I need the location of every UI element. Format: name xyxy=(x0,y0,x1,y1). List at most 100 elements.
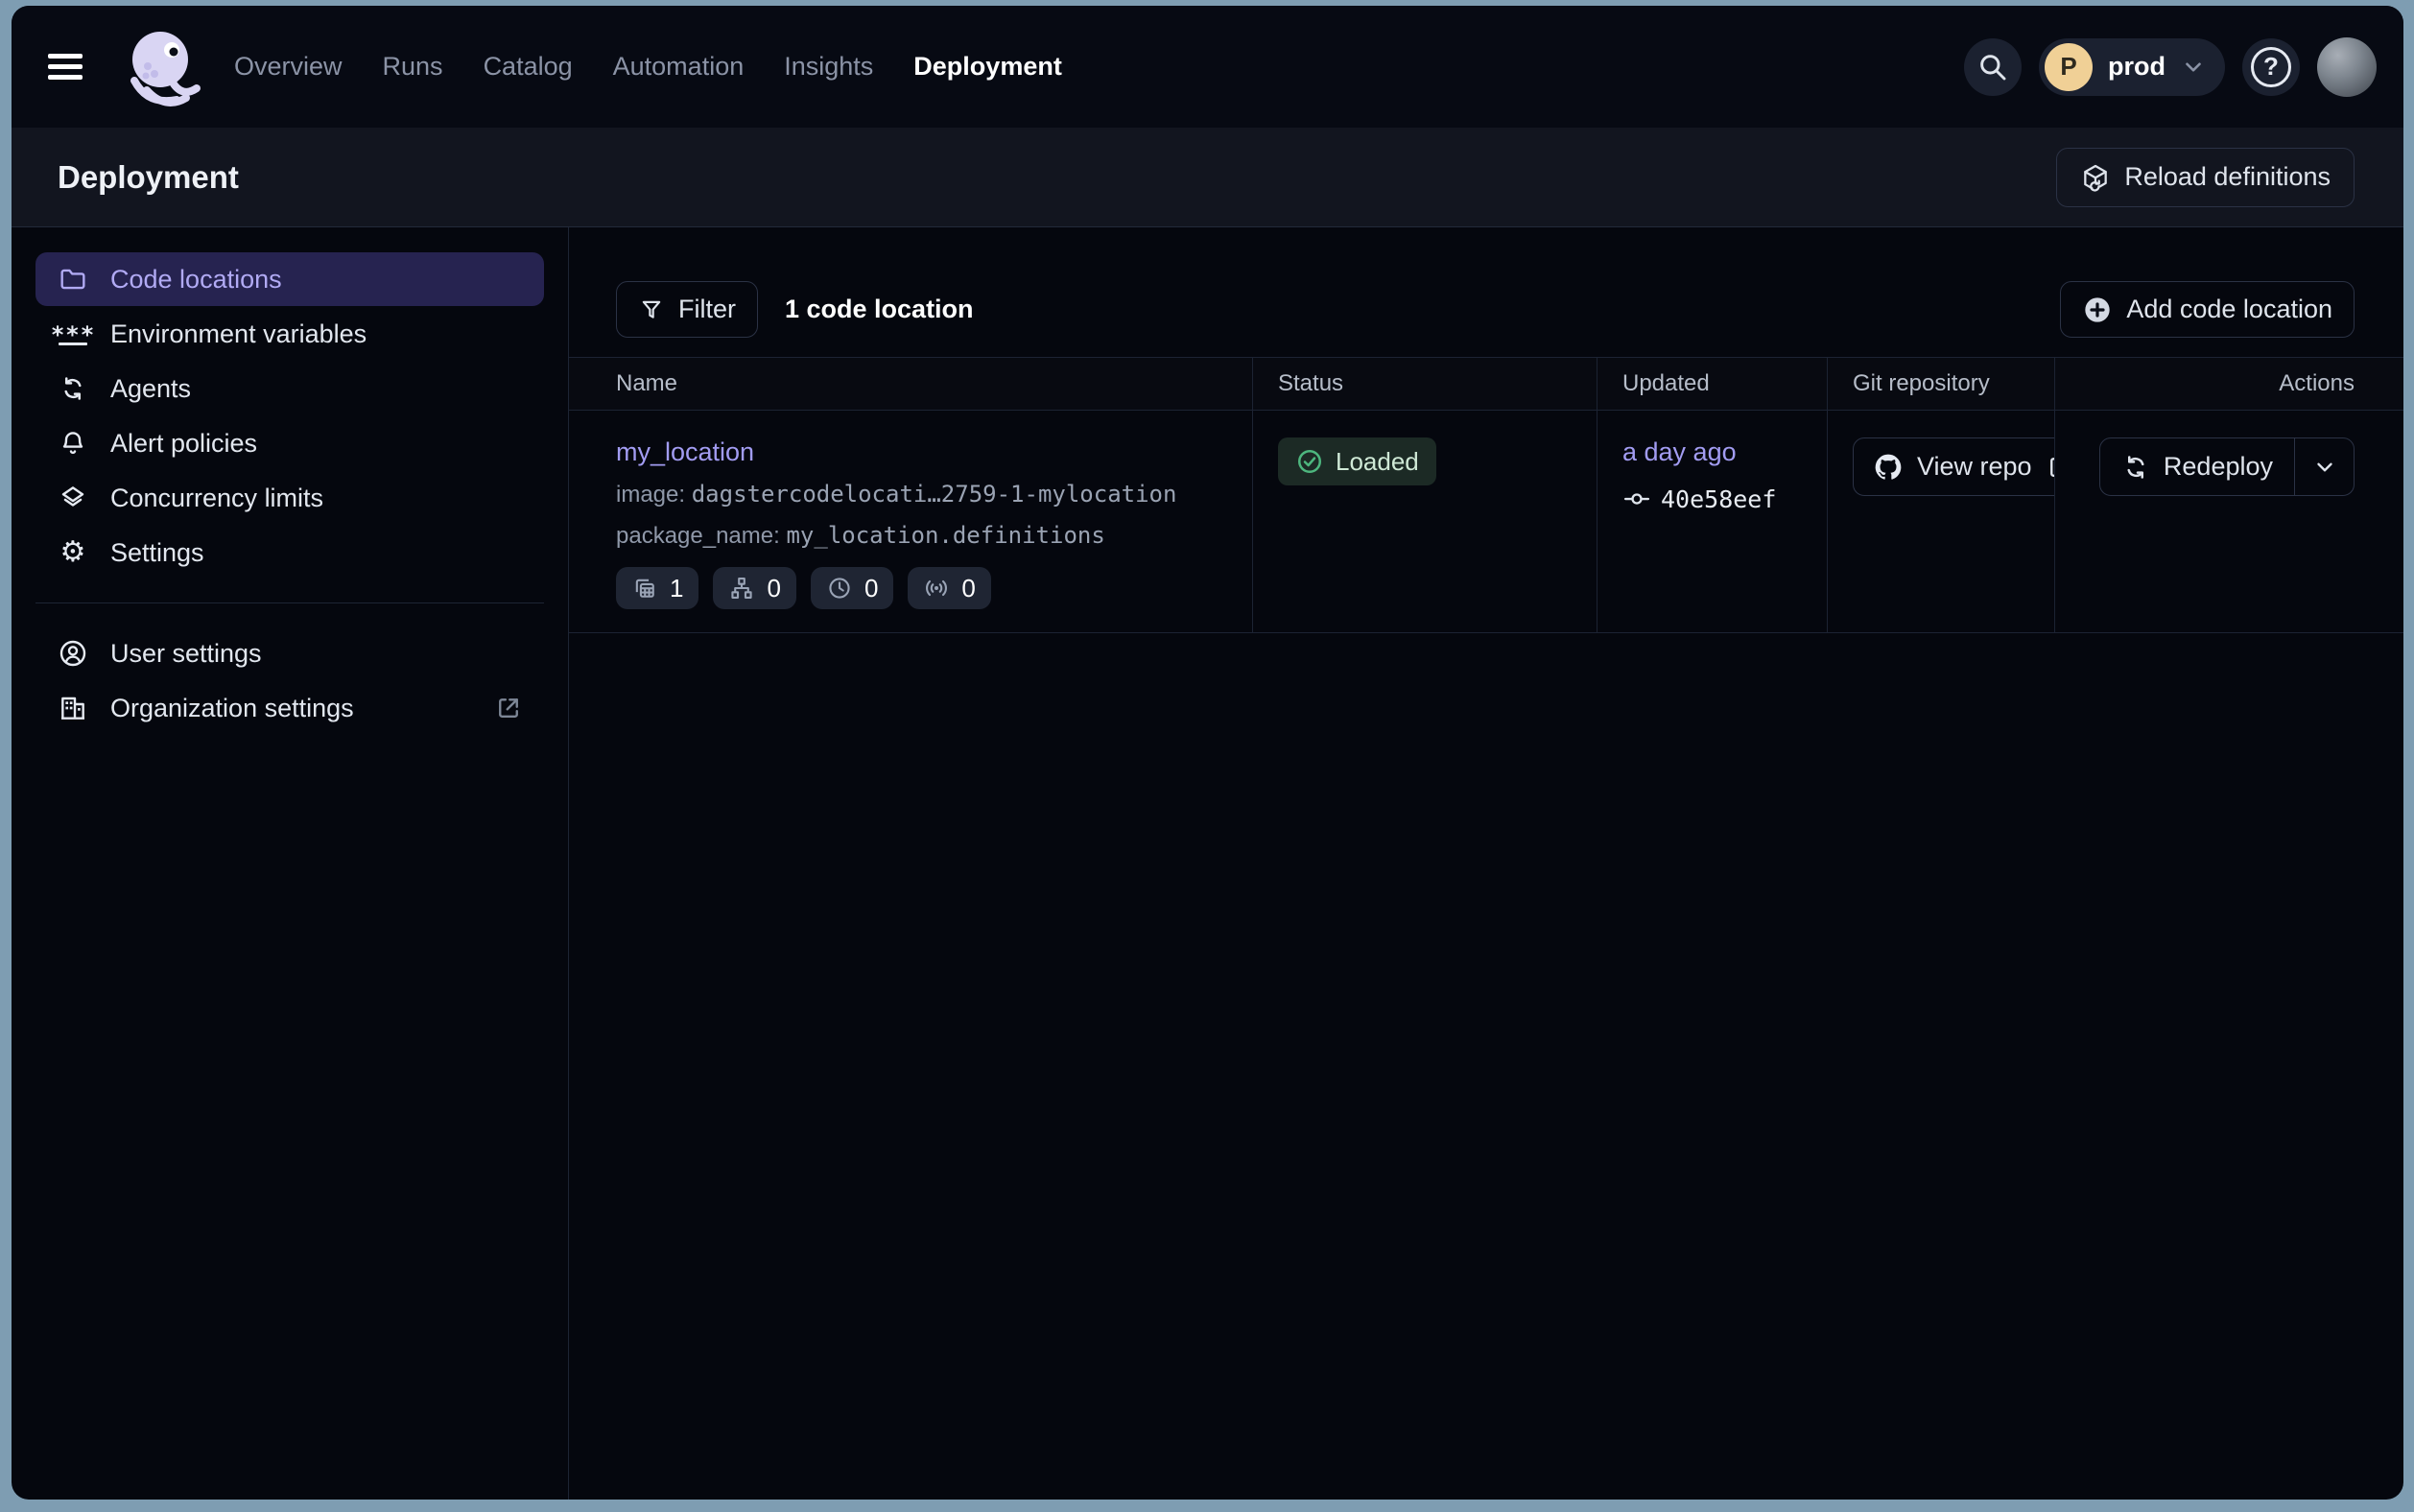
reload-definitions-label: Reload definitions xyxy=(2124,162,2331,192)
package-meta: package_name: my_location.definitions xyxy=(616,522,1252,550)
redeploy-label: Redeploy xyxy=(2164,452,2273,482)
plus-circle-icon xyxy=(2082,295,2113,325)
updated-cell: a day ago 40e58eef xyxy=(1597,411,1827,632)
commit-icon xyxy=(1622,484,1651,513)
filter-label: Filter xyxy=(678,295,736,324)
sensors-count: 0 xyxy=(961,574,975,603)
schedules-count-badge[interactable]: 0 xyxy=(811,567,893,609)
view-repo-button[interactable]: View repo xyxy=(1853,437,2054,496)
name-cell: my_location image: dagstercodelocati…275… xyxy=(569,411,1252,632)
sidebar-item-label: Agents xyxy=(110,374,191,404)
sensors-count-badge[interactable]: 0 xyxy=(908,567,990,609)
jobs-icon xyxy=(728,575,755,602)
gear-icon: ⚙ xyxy=(57,538,89,567)
sidebar-item-user-settings[interactable]: User settings xyxy=(36,626,544,680)
image-label: image: xyxy=(616,482,685,508)
sidebar-item-label: Alert policies xyxy=(110,429,257,459)
sidebar-item-code-locations[interactable]: Code locations xyxy=(36,252,544,306)
filter-button[interactable]: Filter xyxy=(616,281,758,338)
environment-variables-icon: *** xyxy=(57,322,89,345)
sidebar-item-environment-variables[interactable]: *** Environment variables xyxy=(36,307,544,361)
primary-nav: Overview Runs Catalog Automation Insight… xyxy=(234,52,1062,82)
sidebar-item-label: Settings xyxy=(110,538,204,568)
assets-icon xyxy=(631,575,658,602)
add-code-location-button[interactable]: Add code location xyxy=(2060,281,2355,338)
nav-overview[interactable]: Overview xyxy=(234,52,343,82)
agents-refresh-icon xyxy=(57,374,89,403)
nav-runs[interactable]: Runs xyxy=(383,52,443,82)
redeploy-dropdown-button[interactable] xyxy=(2294,438,2354,495)
sidebar-item-agents[interactable]: Agents xyxy=(36,362,544,415)
redeploy-icon xyxy=(2121,453,2150,482)
top-nav: Overview Runs Catalog Automation Insight… xyxy=(12,6,2403,128)
help-icon: ? xyxy=(2251,47,2291,87)
column-header-status: Status xyxy=(1252,358,1597,410)
definition-counts: 1 0 xyxy=(616,567,1252,609)
sidebar-item-label: Concurrency limits xyxy=(110,484,323,513)
nav-deployment[interactable]: Deployment xyxy=(913,52,1062,82)
user-circle-icon xyxy=(57,638,89,669)
sidebar-divider xyxy=(36,602,544,603)
folder-icon xyxy=(57,264,89,295)
code-locations-toolbar: Filter 1 code location Add code location xyxy=(569,227,2403,357)
github-icon xyxy=(1873,452,1904,483)
package-value: my_location.definitions xyxy=(786,522,1104,549)
image-value: dagstercodelocati…2759-1-mylocation xyxy=(692,481,1177,508)
deployment-sidebar: Code locations *** Environment variables… xyxy=(12,227,569,1500)
user-avatar[interactable] xyxy=(2317,37,2377,97)
assets-count-badge[interactable]: 1 xyxy=(616,567,698,609)
commit-hash[interactable]: 40e58eef xyxy=(1661,485,1776,513)
sidebar-item-label: Code locations xyxy=(110,265,282,295)
chevron-down-icon xyxy=(2312,455,2337,480)
content-area: Code locations *** Environment variables… xyxy=(12,227,2403,1500)
sidebar-item-settings[interactable]: ⚙ Settings xyxy=(36,526,544,579)
image-meta: image: dagstercodelocati…2759-1-mylocati… xyxy=(616,481,1252,508)
code-location-link[interactable]: my_location xyxy=(616,437,754,467)
sidebar-item-organization-settings[interactable]: Organization settings xyxy=(36,681,544,735)
deployment-name: prod xyxy=(2108,52,2166,82)
column-header-git-repository: Git repository xyxy=(1827,358,2054,410)
redeploy-button[interactable]: Redeploy xyxy=(2100,438,2294,495)
chevron-down-icon xyxy=(2181,55,2206,80)
deployment-switcher[interactable]: P prod xyxy=(2039,38,2225,96)
updated-time-link[interactable]: a day ago xyxy=(1622,437,1737,467)
redeploy-split-button: Redeploy xyxy=(2099,437,2355,496)
column-header-actions: Actions xyxy=(2054,358,2403,410)
nav-automation[interactable]: Automation xyxy=(613,52,745,82)
package-label: package_name: xyxy=(616,523,780,549)
main-panel: Filter 1 code location Add code location xyxy=(569,227,2403,1500)
help-button[interactable]: ? xyxy=(2242,38,2300,96)
status-badge: Loaded xyxy=(1278,437,1436,485)
sidebar-item-alert-policies[interactable]: Alert policies xyxy=(36,416,544,470)
status-cell: Loaded xyxy=(1252,411,1597,632)
external-link-icon xyxy=(2046,453,2054,482)
column-header-name: Name xyxy=(569,358,1252,410)
sidebar-item-label: User settings xyxy=(110,639,262,669)
nav-insights[interactable]: Insights xyxy=(784,52,873,82)
top-nav-right: P prod ? xyxy=(1964,37,2377,97)
status-label: Loaded xyxy=(1336,447,1419,477)
layers-icon xyxy=(57,484,89,512)
add-code-location-label: Add code location xyxy=(2126,295,2332,324)
reload-definitions-icon xyxy=(2080,162,2111,193)
app-window: Overview Runs Catalog Automation Insight… xyxy=(12,6,2403,1500)
building-icon xyxy=(57,693,89,723)
table-header: Name Status Updated Git repository Actio… xyxy=(569,357,2403,411)
page-header: Deployment Reload definitions xyxy=(12,128,2403,227)
reload-definitions-button[interactable]: Reload definitions xyxy=(2056,148,2355,207)
assets-count: 1 xyxy=(670,574,683,603)
table-row: my_location image: dagstercodelocati…275… xyxy=(569,411,2403,633)
sensor-icon xyxy=(923,575,950,602)
sidebar-item-concurrency-limits[interactable]: Concurrency limits xyxy=(36,471,544,525)
view-repo-label: View repo xyxy=(1917,452,2032,482)
code-location-count: 1 code location xyxy=(785,295,974,324)
dagster-logo-icon[interactable] xyxy=(115,21,207,113)
jobs-count-badge[interactable]: 0 xyxy=(713,567,795,609)
nav-catalog[interactable]: Catalog xyxy=(484,52,573,82)
deployment-avatar: P xyxy=(2045,43,2093,91)
check-circle-icon xyxy=(1295,447,1324,476)
actions-cell: Redeploy xyxy=(2054,411,2403,632)
hamburger-menu-icon[interactable] xyxy=(48,40,102,94)
search-button[interactable] xyxy=(1964,38,2022,96)
filter-icon xyxy=(638,296,665,323)
